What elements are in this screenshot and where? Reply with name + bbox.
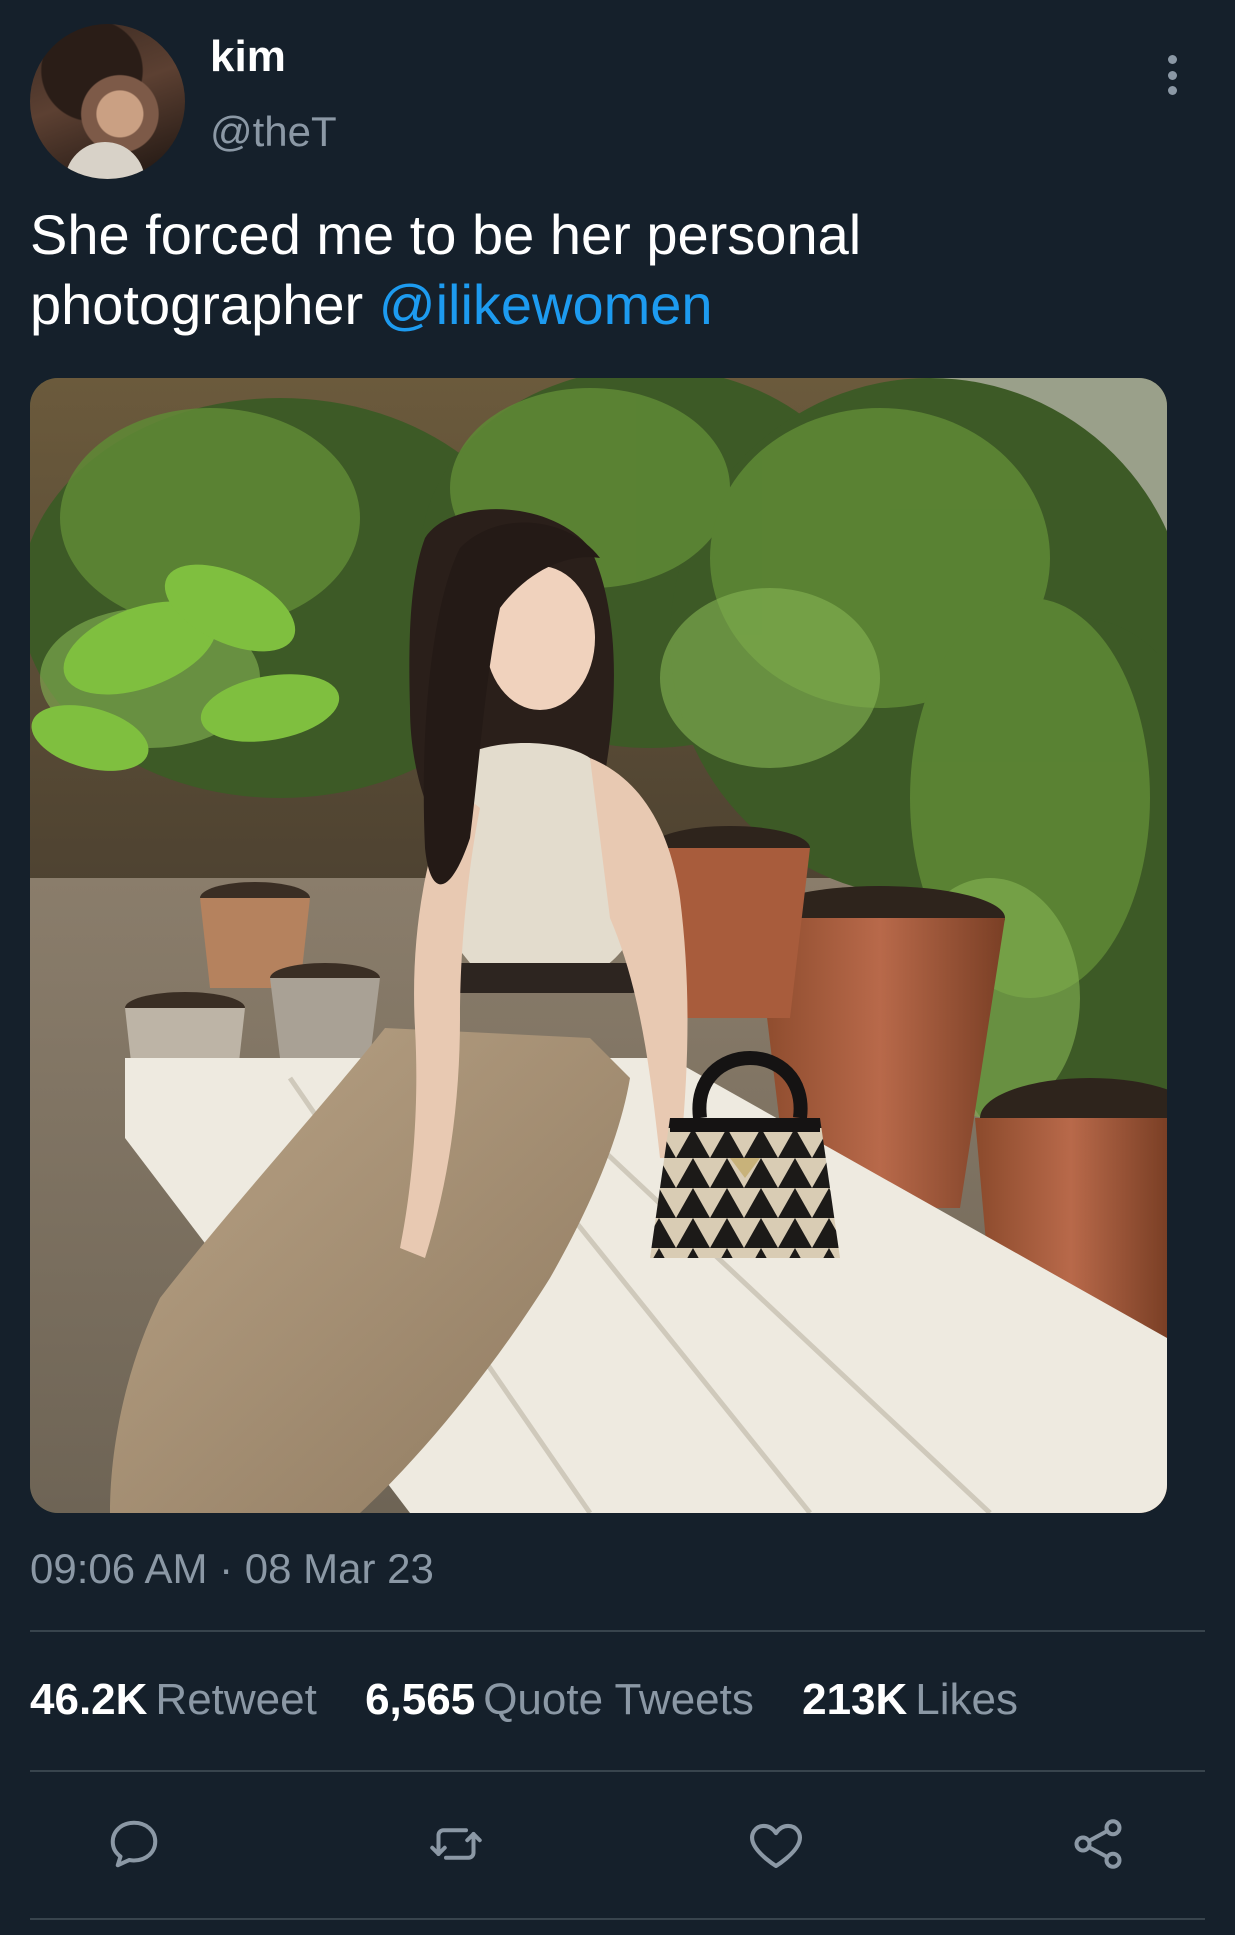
divider <box>30 1918 1205 1920</box>
likes-label: Likes <box>915 1675 1019 1724</box>
likes-count: 213K <box>802 1675 908 1724</box>
more-dot <box>1167 70 1177 80</box>
like-button[interactable] <box>744 1812 808 1876</box>
divider <box>30 1630 1205 1632</box>
heart-icon <box>750 1823 802 1869</box>
retweet-button[interactable] <box>424 1812 488 1876</box>
more-dot <box>1167 86 1177 95</box>
tweet-timestamp[interactable]: 09:06 AM · 08 Mar 23 <box>30 1545 434 1593</box>
mention-link[interactable]: @ilikewomen <box>379 273 713 336</box>
reply-icon <box>110 1820 158 1868</box>
photo-illustration <box>30 378 1167 1513</box>
retweet-count: 46.2K <box>30 1675 148 1724</box>
avatar-shirt <box>65 142 145 179</box>
tweet-photo[interactable] <box>30 378 1167 1513</box>
more-dot <box>1167 55 1177 64</box>
retweet-label: Retweet <box>155 1675 317 1724</box>
tweet-text: She forced me to be her personal photogr… <box>30 200 1180 340</box>
quote-label: Quote Tweets <box>483 1675 754 1724</box>
tweet-stats: 46.2K Retweet 6,565 Quote Tweets 213K Likes <box>30 1675 1054 1725</box>
tweet-detail: kim @theT She forced me to be her person… <box>0 0 1235 1935</box>
quote-count: 6,565 <box>365 1675 476 1724</box>
likes-stat[interactable]: 213K Likes <box>802 1675 1018 1725</box>
divider <box>30 1770 1205 1772</box>
retweet-icon <box>430 1828 482 1860</box>
reply-button[interactable] <box>102 1812 166 1876</box>
share-icon <box>1074 1819 1122 1869</box>
quote-stat[interactable]: 6,565 Quote Tweets <box>365 1675 754 1725</box>
avatar[interactable] <box>30 24 185 179</box>
author-name[interactable]: kim <box>210 32 286 82</box>
retweet-stat[interactable]: 46.2K Retweet <box>30 1675 317 1725</box>
author-handle[interactable]: @theT <box>210 108 337 156</box>
share-button[interactable] <box>1066 1812 1130 1876</box>
more-options-icon[interactable] <box>1155 50 1189 100</box>
